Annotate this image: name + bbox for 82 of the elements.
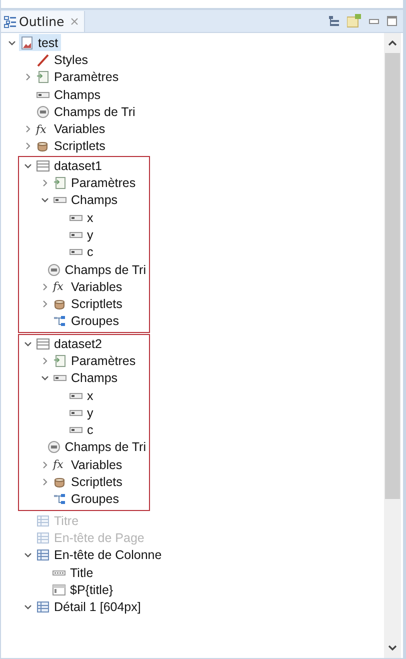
function-icon: fx <box>53 280 67 294</box>
tree-item[interactable]: x <box>68 209 96 226</box>
parameters-icon <box>53 354 67 368</box>
sort-field-icon <box>46 262 61 276</box>
pen-icon <box>36 52 50 67</box>
parameters-icon <box>53 176 67 190</box>
sort-field-icon <box>36 104 50 119</box>
tree-item[interactable]: Champs <box>35 86 104 104</box>
collapsed-chevron-icon[interactable] <box>41 179 49 188</box>
scroll-down-icon[interactable] <box>388 645 397 651</box>
outline-icon <box>4 16 16 28</box>
tree-item[interactable]: c <box>68 244 96 261</box>
collapsed-chevron-icon[interactable] <box>41 478 49 486</box>
band-icon <box>36 514 50 528</box>
expanded-chevron-icon[interactable] <box>24 162 32 170</box>
tree-item[interactable]: Scriptlets <box>52 474 126 491</box>
tree-item[interactable]: fx Variables <box>35 120 108 138</box>
groups-icon <box>53 492 67 506</box>
tree-item[interactable]: Champs de Tri <box>35 103 138 120</box>
function-icon: fx <box>53 458 67 472</box>
tree-item[interactable]: Champs de Tri <box>46 438 149 456</box>
expanded-chevron-icon[interactable] <box>24 340 32 348</box>
dataset-icon <box>36 158 50 173</box>
parameters-icon <box>36 70 50 84</box>
collapsed-chevron-icon[interactable] <box>41 460 49 469</box>
tree-item[interactable]: fx Variables <box>52 456 126 474</box>
collapsed-chevron-icon[interactable] <box>41 300 49 308</box>
cup-icon <box>53 475 67 490</box>
folder-icon[interactable] <box>347 14 361 28</box>
band-icon <box>36 548 50 562</box>
collapsed-chevron-icon[interactable] <box>24 125 32 134</box>
close-icon[interactable] <box>71 18 78 25</box>
tree-item[interactable]: x <box>68 387 96 404</box>
function-icon: fx <box>36 122 50 136</box>
tree-item[interactable]: Scriptlets <box>35 138 108 155</box>
tree-item[interactable]: dataset1 <box>35 157 105 174</box>
cup-icon <box>53 297 67 312</box>
maximize-icon[interactable] <box>387 16 397 26</box>
collapsed-chevron-icon[interactable] <box>24 142 32 150</box>
vertical-scrollbar[interactable] <box>384 33 401 658</box>
tree-item[interactable]: Scriptlets <box>52 296 126 313</box>
cup-icon <box>36 139 50 154</box>
tree-item[interactable]: Champs <box>52 192 121 209</box>
tree-item[interactable]: Styles <box>35 51 92 68</box>
scrollbar-thumb[interactable] <box>385 53 400 499</box>
tree-item[interactable]: $P{title} <box>51 581 116 598</box>
tree-item[interactable]: Groupes <box>52 490 122 508</box>
groups-icon <box>53 314 67 328</box>
dataset-icon <box>36 336 50 351</box>
tree-item[interactable]: Champs <box>52 370 121 387</box>
band-icon <box>36 600 50 614</box>
expanded-chevron-icon[interactable] <box>41 196 49 204</box>
tree-item[interactable]: Paramètres <box>52 174 139 192</box>
sort-field-icon <box>46 440 61 454</box>
tree-item[interactable]: Title <box>51 564 96 582</box>
outline-tab[interactable]: Outline <box>1 11 86 32</box>
minimize-icon[interactable] <box>369 18 379 24</box>
collapsed-chevron-icon[interactable] <box>41 282 49 291</box>
tree-item[interactable]: Paramètres <box>35 68 122 86</box>
tree-item[interactable]: dataset2 <box>35 335 105 352</box>
tree-item[interactable]: Groupes <box>52 312 122 330</box>
collapsed-chevron-icon[interactable] <box>41 356 49 365</box>
tree-item[interactable]: y <box>68 404 96 422</box>
collapsed-chevron-icon[interactable] <box>24 73 32 82</box>
report-icon <box>20 36 34 50</box>
tree-item[interactable]: y <box>68 226 96 244</box>
tree-item[interactable]: Détail 1 [604px] <box>35 598 144 616</box>
band-icon <box>36 530 50 545</box>
expanded-chevron-icon[interactable] <box>41 374 49 382</box>
tree-item[interactable]: c <box>68 422 96 439</box>
tree-item[interactable]: Champs de Tri <box>46 261 149 278</box>
expanded-chevron-icon[interactable] <box>8 38 16 47</box>
expanded-chevron-icon[interactable] <box>24 551 32 560</box>
tree-item[interactable]: test <box>19 34 62 52</box>
tree-item[interactable]: En-tête de Colonne <box>35 546 165 564</box>
tab-title: Outline <box>19 14 64 29</box>
tree-item[interactable]: fx Variables <box>52 278 126 296</box>
text-field-icon <box>52 582 66 597</box>
collapse-all-icon[interactable] <box>329 16 339 26</box>
tree-item[interactable]: Paramètres <box>52 352 139 370</box>
expanded-chevron-icon[interactable] <box>24 603 32 612</box>
scroll-up-icon[interactable] <box>388 40 397 46</box>
